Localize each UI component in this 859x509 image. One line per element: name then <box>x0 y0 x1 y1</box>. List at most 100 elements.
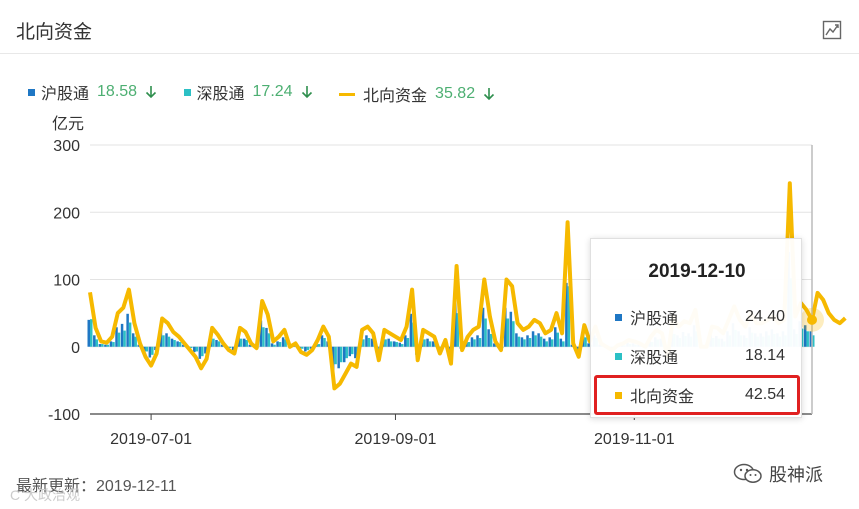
tooltip-date: 2019-12-10 <box>648 261 746 282</box>
bar-sz <box>806 331 809 347</box>
legend-item-total[interactable]: 北向资金 35.82 <box>339 82 495 106</box>
bar-sz <box>545 341 548 347</box>
bar-sz <box>145 346 149 352</box>
down-arrow-icon <box>301 86 312 99</box>
bar-sz <box>401 344 404 347</box>
bar-sh <box>265 327 268 347</box>
legend-swatch-sz <box>183 88 191 96</box>
bar-sz <box>345 346 348 359</box>
bar-sz <box>239 338 243 347</box>
bar-sh <box>304 346 307 352</box>
bar-sh <box>509 311 513 347</box>
bar-sz <box>506 318 510 347</box>
bar-sz <box>217 341 221 347</box>
legend-label-sz: 深股通 <box>196 86 245 103</box>
legend-swatch-total <box>339 92 356 96</box>
bar-sz <box>306 346 310 351</box>
bar-sh <box>398 342 402 347</box>
bar-sh <box>542 338 546 347</box>
bar-sz <box>128 322 132 347</box>
legend-item-sh[interactable]: 沪股通 18.58 <box>28 80 157 104</box>
bar-sz <box>406 338 410 347</box>
bar-sh <box>131 333 135 347</box>
legend-label-total: 北向资金 <box>363 88 428 105</box>
bar-sz <box>473 339 476 347</box>
bar-sh <box>548 337 551 347</box>
legend-swatch-sh <box>28 88 35 96</box>
bar-sz <box>562 341 565 347</box>
bar-sh <box>515 333 518 347</box>
y-tick-label: -100 <box>48 407 80 424</box>
bar-sh <box>215 340 218 347</box>
bar-sh <box>198 346 202 359</box>
bar-sh <box>320 335 324 347</box>
y-tick-label: 300 <box>53 138 80 155</box>
page-title: 北向资金 <box>16 22 93 43</box>
bar-sz <box>267 333 271 347</box>
bar-sz <box>117 332 121 347</box>
bar-sz <box>423 339 426 347</box>
bar-sh <box>342 346 346 363</box>
bar-sz <box>517 336 521 347</box>
data-tooltip: 2019-12-10 沪股通 24.40 深股通 18.14 北向资金 42.5… <box>590 238 802 418</box>
tooltip-swatch-total <box>615 391 622 399</box>
bar-sh <box>148 346 152 358</box>
legend-item-sz[interactable]: 深股通 17.24 <box>183 80 313 104</box>
bar-sh <box>426 338 429 347</box>
bar-sz <box>467 342 471 347</box>
bar-sh <box>365 335 368 347</box>
bar-sz <box>389 341 393 347</box>
bar-sh <box>87 319 90 347</box>
legend-label-sh: 沪股通 <box>41 86 90 103</box>
tooltip-label-sz: 深股通 <box>630 350 679 367</box>
bar-sz <box>528 338 532 347</box>
bar-sz <box>384 339 387 347</box>
bar-sh <box>93 335 96 347</box>
bar-sz <box>173 340 176 347</box>
bar-sh <box>526 335 529 347</box>
bar-sh <box>276 341 279 347</box>
x-tick-label: 2019-11-01 <box>594 431 675 448</box>
bar-sz <box>278 342 282 347</box>
bar-sz <box>584 337 587 347</box>
down-arrow-icon <box>145 86 157 99</box>
bar-sz <box>534 335 537 347</box>
bar-sh <box>537 333 540 347</box>
y-tick-label: 0 <box>71 340 80 357</box>
bar-sz <box>367 338 371 347</box>
hover-point <box>807 314 817 325</box>
bar-sh <box>243 338 246 347</box>
legend-value-sh: 18.58 <box>97 83 138 100</box>
chart-type-icon[interactable] <box>822 20 842 40</box>
bar-sh <box>176 341 179 347</box>
watermark-text: C 大政治观 <box>10 487 80 503</box>
bar-sh <box>281 337 285 347</box>
legend-value-sz: 17.24 <box>252 83 293 100</box>
bar-sh <box>126 313 129 347</box>
bar-sh <box>487 329 490 347</box>
bar-sz <box>151 346 154 355</box>
bar-sz <box>478 338 482 347</box>
bar-sz <box>484 318 487 347</box>
header: 北向资金 <box>0 0 859 54</box>
bar-sh <box>348 346 352 357</box>
bar-sh <box>520 337 524 347</box>
bar-sz <box>212 338 215 347</box>
bar-sz <box>523 339 526 347</box>
legend: 沪股通 18.58 深股通 17.24 北向资金 35.82 <box>28 80 517 106</box>
bar-sz <box>178 342 182 347</box>
bar-sh <box>165 333 168 347</box>
bar-sz <box>201 346 204 357</box>
tooltip-swatch-sh <box>615 313 622 321</box>
tooltip-label-sh: 沪股通 <box>630 311 679 328</box>
bar-sz <box>323 338 326 347</box>
bar-sz <box>95 339 99 347</box>
bar-sz <box>273 344 276 347</box>
down-arrow-icon <box>484 88 495 101</box>
brand-name: 股神派 <box>769 465 823 485</box>
brand-logo: 股神派 <box>733 461 823 487</box>
bar-sz <box>112 342 115 347</box>
bar-sh <box>409 313 413 347</box>
bar-sz <box>317 344 321 347</box>
y-tick-label: 100 <box>53 273 80 290</box>
